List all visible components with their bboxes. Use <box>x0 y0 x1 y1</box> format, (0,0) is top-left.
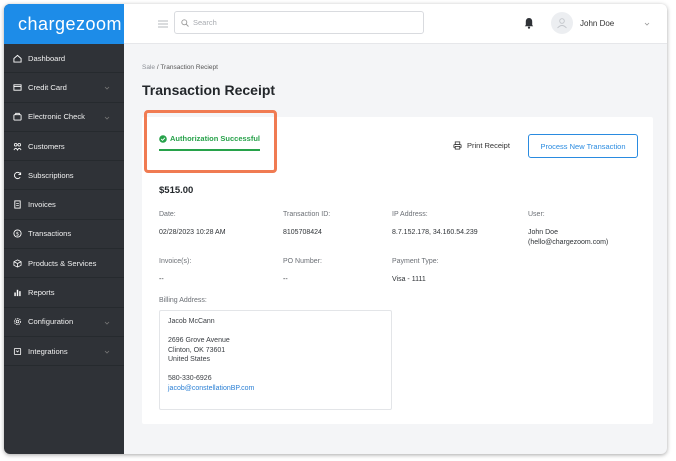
user-value-name: John Doe <box>528 229 558 236</box>
billing-email-link[interactable]: jacob@constellationBP.com <box>168 384 383 394</box>
svg-text:$: $ <box>16 232 19 238</box>
po-number-label: PO Number: <box>283 258 322 265</box>
billing-name: Jacob McCann <box>168 318 215 325</box>
transaction-id-value: 8105708424 <box>283 229 322 236</box>
sidebar-item-label: Invoices <box>28 200 56 210</box>
sidebar-item-credit-card[interactable]: Credit Card <box>4 73 124 103</box>
billing-city: Clinton, OK 73601 <box>168 346 226 354</box>
app-window: chargezoom Dashboard Credit Card Electro… <box>4 4 667 454</box>
payment-type-label: Payment Type: <box>392 258 439 265</box>
billing-address-label: Billing Address: <box>159 297 207 304</box>
bar-chart-icon <box>14 289 21 297</box>
page-title: Transaction Receipt <box>142 82 276 98</box>
sidebar-item-label: Transactions <box>28 229 72 239</box>
sidebar-item-label: Customers <box>28 141 65 151</box>
sidebar-item-label: Electronic Check <box>28 112 85 122</box>
ip-address-label: IP Address: <box>392 211 428 218</box>
payment-type-value: Visa - 1111 <box>392 276 426 283</box>
transaction-id-label: Transaction ID: <box>283 211 331 218</box>
status-underline <box>159 149 260 151</box>
chevron-down-icon <box>104 116 110 120</box>
user-icon <box>557 18 567 29</box>
sidebar-item-label: Reports <box>28 288 55 298</box>
printer-icon <box>453 141 462 150</box>
status-badge: Authorization Successful <box>159 134 260 143</box>
chevron-down-icon <box>104 87 110 90</box>
search-input[interactable] <box>193 18 413 27</box>
ip-address-value: 8.7.152.178, 34.160.54.239 <box>392 229 478 236</box>
status-text: Authorization Successful <box>170 134 261 143</box>
chevron-down-icon[interactable] <box>644 21 650 27</box>
chevron-down-icon <box>104 321 110 325</box>
sidebar-item-dashboard[interactable]: Dashboard <box>4 44 124 74</box>
logo[interactable]: chargezoom <box>4 4 124 44</box>
avatar[interactable] <box>551 12 573 34</box>
breadcrumb-root[interactable]: Sale <box>142 64 155 71</box>
breadcrumb-current: Transaction Reciept <box>160 64 218 71</box>
home-icon <box>13 54 22 63</box>
date-value: 02/28/2023 10:28 AM <box>159 229 226 236</box>
bell-icon[interactable] <box>524 17 534 29</box>
user-value-email: (hello@chargezoom.com) <box>528 239 609 246</box>
print-receipt-label: Print Receipt <box>467 141 510 150</box>
process-new-transaction-button[interactable]: Process New Transaction <box>528 134 638 158</box>
sidebar-item-invoices[interactable]: Invoices <box>4 190 124 220</box>
chevron-down-icon <box>104 350 110 354</box>
gear-icon <box>13 318 22 326</box>
breadcrumb: Sale / Transaction Reciept <box>142 64 218 71</box>
sidebar-item-label: Configuration <box>28 317 74 327</box>
refresh-icon <box>14 171 22 179</box>
sidebar-item-reports[interactable]: Reports <box>4 278 124 308</box>
invoice-icon <box>14 200 21 209</box>
invoices-value: -- <box>159 276 164 283</box>
sidebar-item-label: Credit Card <box>28 82 67 92</box>
billing-address-box: Jacob McCann 2696 Grove Avenue Clinton, … <box>159 310 392 410</box>
sidebar-item-subscriptions[interactable]: Subscriptions <box>4 161 124 191</box>
credit-card-icon <box>13 84 22 91</box>
sidebar-item-label: Integrations <box>28 346 68 356</box>
search-icon <box>181 18 189 27</box>
sidebar-item-label: Products & Services <box>28 258 97 268</box>
user-label: User: <box>528 211 545 218</box>
check-circle-icon <box>159 134 167 143</box>
invoices-label: Invoice(s): <box>159 258 192 265</box>
user-name[interactable]: John Doe <box>580 19 614 28</box>
sidebar-item-integrations[interactable]: Integrations <box>4 337 124 367</box>
search-box[interactable] <box>174 11 424 34</box>
top-header: John Doe <box>124 4 667 44</box>
print-receipt-button[interactable]: Print Receipt <box>453 141 510 150</box>
sidebar-item-configuration[interactable]: Configuration <box>4 308 124 337</box>
sidebar-item-customers[interactable]: Customers <box>4 132 124 162</box>
sidebar-item-transactions[interactable]: $ Transactions <box>4 220 124 250</box>
date-label: Date: <box>159 211 176 218</box>
sidebar-item-electronic-check[interactable]: Electronic Check <box>4 103 124 132</box>
sidebar: chargezoom Dashboard Credit Card Electro… <box>4 4 124 454</box>
sidebar-item-label: Subscriptions <box>28 170 74 180</box>
billing-phone: 580-330-6926 <box>168 375 212 382</box>
billing-country: United States <box>168 356 211 363</box>
sidebar-item-label: Dashboard <box>28 53 66 63</box>
dollar-icon: $ <box>13 229 22 238</box>
box-icon <box>13 259 22 268</box>
bank-icon <box>13 113 22 121</box>
billing-street: 2696 Grove Avenue <box>168 337 230 344</box>
transaction-amount: $515.00 <box>159 185 194 196</box>
customers-icon <box>13 142 22 151</box>
po-number-value: -- <box>283 276 288 283</box>
integrations-icon <box>13 347 22 355</box>
sidebar-item-products-services[interactable]: Products & Services <box>4 249 124 279</box>
hamburger-menu-icon[interactable] <box>158 20 168 28</box>
